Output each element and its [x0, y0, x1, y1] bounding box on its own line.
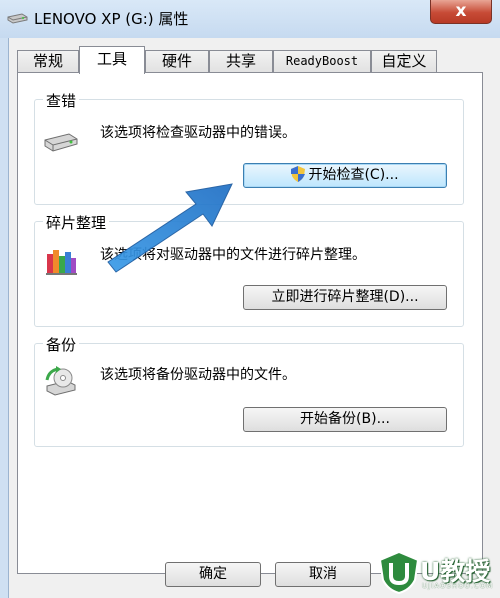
- close-button[interactable]: x: [430, 0, 492, 24]
- tab-customize[interactable]: 自定义: [371, 50, 437, 73]
- defrag-icon: [46, 250, 77, 275]
- drive-icon: [7, 13, 28, 24]
- drive-icon: [44, 133, 78, 152]
- backup-description: 该选项将备份驱动器中的文件。: [100, 367, 296, 383]
- u-logo-icon: [378, 550, 420, 594]
- defrag-now-button[interactable]: 立即进行碎片整理(D)...: [243, 285, 447, 310]
- defrag-description: 该选项将对驱动器中的文件进行碎片整理。: [100, 247, 366, 263]
- tools-panel: 查错 该选项将检查驱动器中的错误。 开始检查(C)... 碎片整理 该选项将对驱…: [17, 72, 483, 574]
- backup-title: 备份: [43, 334, 80, 355]
- tab-hardware[interactable]: 硬件: [145, 50, 209, 73]
- tab-readyboost[interactable]: ReadyBoost: [273, 50, 371, 73]
- cancel-button[interactable]: 取消: [275, 562, 371, 587]
- backup-icon: [45, 366, 76, 396]
- error-check-group: 查错 该选项将检查驱动器中的错误。 开始检查(C)...: [34, 90, 464, 205]
- start-check-label: 开始检查(C)...: [308, 167, 399, 183]
- tab-tools[interactable]: 工具: [79, 46, 145, 74]
- ok-button[interactable]: 确定: [165, 562, 261, 587]
- tab-sharing[interactable]: 共享: [209, 50, 273, 73]
- dialog-body: 常规 工具 硬件 共享 ReadyBoost 自定义 查错 该选项将检查驱动器中…: [8, 38, 500, 598]
- window-title: LENOVO XP (G:) 属性: [34, 10, 189, 28]
- tab-general[interactable]: 常规: [17, 50, 79, 73]
- start-check-button[interactable]: 开始检查(C)...: [243, 163, 447, 188]
- title-bar: LENOVO XP (G:) 属性 x: [0, 0, 500, 38]
- defrag-group: 碎片整理 该选项将对驱动器中的文件进行碎片整理。 立即进行碎片整理(D)...: [34, 212, 464, 327]
- defrag-title: 碎片整理: [43, 212, 110, 233]
- error-check-description: 该选项将检查驱动器中的错误。: [100, 125, 296, 141]
- watermark: U教授 UJIAOSHOU.COM: [374, 548, 500, 598]
- backup-group: 备份 该选项将备份驱动器中的文件。 开始备份(B)...: [34, 334, 464, 447]
- start-backup-button[interactable]: 开始备份(B)...: [243, 407, 447, 432]
- shield-icon: [291, 166, 306, 182]
- error-check-title: 查错: [43, 90, 80, 111]
- watermark-url: UJIAOSHOU.COM: [422, 582, 494, 590]
